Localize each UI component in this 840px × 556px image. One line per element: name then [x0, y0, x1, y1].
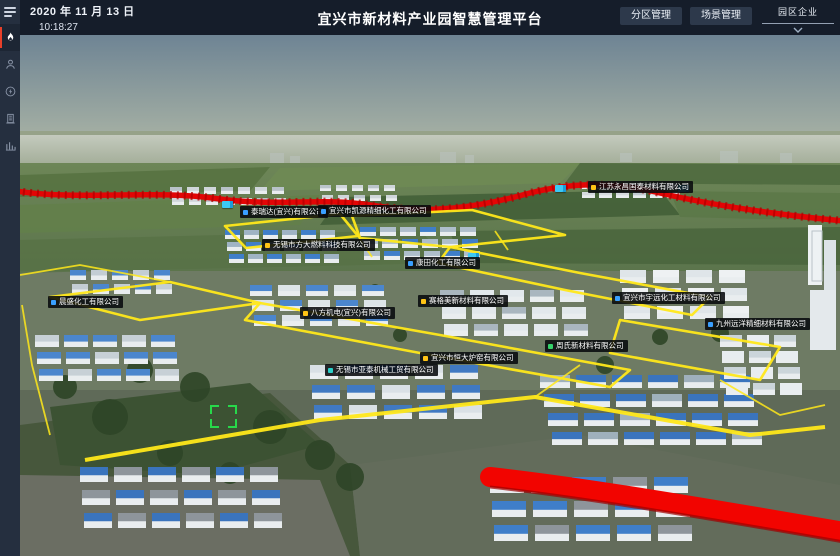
datetime: 2020 年 11 月 13 日 10:18:27 [30, 3, 135, 33]
app-window: 2020 年 11 月 13 日 10:18:27 宜兴市新材料产业园智慧管理平… [0, 0, 840, 556]
company-marker-icon [303, 311, 308, 316]
company-tag-label: 宜兴市宇远化工材料有限公司 [623, 292, 721, 304]
header-actions: 分区管理 场景管理 园区企业 [616, 0, 834, 35]
company-tag-label: 泰瑞达(宜兴)有限公司 [251, 206, 324, 218]
lightning-icon [5, 86, 16, 97]
company-marker-icon [243, 210, 248, 215]
factory-chart-icon [5, 140, 16, 151]
date-label: 2020 年 11 月 13 日 [30, 3, 135, 19]
company-tag[interactable]: 宜兴市恒大炉窑有限公司 [420, 352, 518, 364]
sidebar-item-personnel[interactable] [0, 51, 20, 78]
truck-marker [222, 201, 233, 208]
map-3d-view[interactable]: 泰瑞达(宜兴)有限公司宜兴市凯源精细化工有限公司无锡市方大燃料科技有限公司康田化… [20, 35, 840, 556]
company-tag-label: 晨盛化工有限公司 [59, 296, 119, 308]
company-tag-label: 周氏新材料有限公司 [556, 340, 624, 352]
company-marker-icon [615, 296, 620, 301]
company-marker-icon [423, 356, 428, 361]
chevron-down-icon [793, 27, 803, 33]
hamburger-menu-icon[interactable] [4, 7, 16, 17]
company-tag[interactable]: 江苏永昌国泰材料有限公司 [588, 181, 693, 193]
partition-manage-button[interactable]: 分区管理 [620, 7, 682, 25]
enterprise-dropdown-label: 园区企业 [778, 7, 818, 17]
company-tag-label: 江苏永昌国泰材料有限公司 [599, 181, 689, 193]
company-tag-label: 康田化工有限公司 [416, 257, 476, 269]
company-tag-label: 赛格美新材料有限公司 [429, 295, 504, 307]
company-tag[interactable]: 周氏新材料有限公司 [545, 340, 628, 352]
sidebar-item-enterprise[interactable] [0, 105, 20, 132]
company-marker-icon [321, 209, 326, 214]
company-marker-icon [265, 243, 270, 248]
company-tag[interactable]: 宜兴市凯源精细化工有限公司 [318, 205, 431, 217]
building-icon [5, 113, 16, 124]
company-tag[interactable]: 无锡市方大燃料科技有限公司 [262, 239, 375, 251]
time-label: 10:18:27 [39, 22, 135, 33]
company-marker-icon [591, 185, 596, 190]
company-tag-label: 无锡市方大燃料科技有限公司 [273, 239, 371, 251]
company-tag[interactable]: 宜兴市宇远化工材料有限公司 [612, 292, 725, 304]
company-marker-icon [421, 299, 426, 304]
dropdown-underline [762, 23, 834, 24]
company-marker-icon [408, 261, 413, 266]
company-tag[interactable]: 九州远洋精细材料有限公司 [705, 318, 810, 330]
company-tag[interactable]: 无锡市亚泰机械工贸有限公司 [325, 364, 438, 376]
company-tag[interactable]: 康田化工有限公司 [405, 257, 480, 269]
company-tag[interactable]: 赛格美新材料有限公司 [418, 295, 508, 307]
person-icon [5, 59, 16, 70]
scene-manage-button[interactable]: 场景管理 [690, 7, 752, 25]
company-tag-label: 八方机电(宜兴)有限公司 [311, 307, 391, 319]
enterprise-dropdown[interactable]: 园区企业 [762, 2, 834, 33]
company-marker-icon [328, 368, 333, 373]
sidebar-nav [0, 24, 20, 159]
company-tag-label: 宜兴市恒大炉窑有限公司 [431, 352, 514, 364]
flame-icon [5, 32, 16, 43]
company-marker-icon [51, 300, 56, 305]
sidebar-item-power[interactable] [0, 78, 20, 105]
company-marker-icon [708, 322, 713, 327]
sidebar-item-fire[interactable] [0, 24, 20, 51]
company-tag-label: 宜兴市凯源精细化工有限公司 [329, 205, 427, 217]
company-tag[interactable]: 泰瑞达(宜兴)有限公司 [240, 206, 328, 218]
header: 2020 年 11 月 13 日 10:18:27 宜兴市新材料产业园智慧管理平… [20, 0, 840, 35]
selection-brackets [210, 405, 237, 428]
company-tag-label: 九州远洋精细材料有限公司 [716, 318, 806, 330]
company-marker-icon [548, 344, 553, 349]
company-tag-label: 无锡市亚泰机械工贸有限公司 [336, 364, 434, 376]
sidebar-item-statistics[interactable] [0, 132, 20, 159]
sidebar [0, 0, 20, 556]
truck-marker [555, 185, 566, 192]
page-title: 宜兴市新材料产业园智慧管理平台 [318, 9, 543, 29]
company-tag[interactable]: 晨盛化工有限公司 [48, 296, 123, 308]
company-tag[interactable]: 八方机电(宜兴)有限公司 [300, 307, 395, 319]
